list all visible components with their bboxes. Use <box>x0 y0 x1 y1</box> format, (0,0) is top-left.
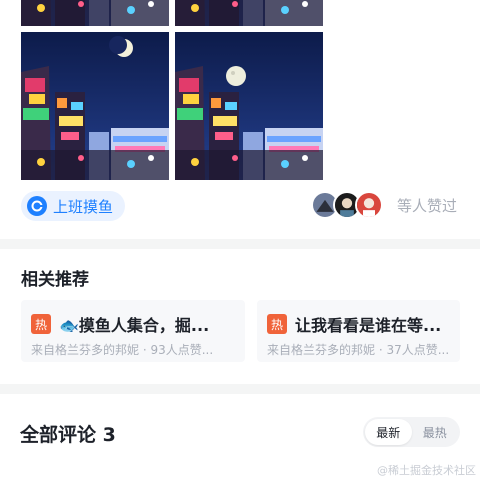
related-card[interactable]: 热 让我看看是谁在等... 来自格兰芬多的邦妮 · 37人点赞... <box>257 300 460 362</box>
topic-icon <box>27 196 47 216</box>
related-card-meta: 来自格兰芬多的邦妮 · 93人点赞... <box>31 343 214 357</box>
related-card-meta: 来自格兰芬多的邦妮 · 37人点赞... <box>267 343 450 357</box>
post-image-crescent-moon[interactable] <box>21 32 169 180</box>
topic-tag[interactable]: 上班摸鱼 <box>21 191 126 221</box>
post-image-full-moon[interactable] <box>175 32 323 180</box>
hot-badge: 热 <box>31 314 51 334</box>
comments-title: 全部评论 3 <box>20 424 116 446</box>
section-divider <box>0 384 480 394</box>
liker-avatars[interactable] <box>311 191 387 219</box>
hot-badge: 热 <box>267 314 287 334</box>
sort-newest-button[interactable]: 最新 <box>365 419 412 445</box>
comment-sort-toggle: 最新 最热 <box>363 417 460 447</box>
related-card-title: 🐟摸鱼人集合，掘... <box>59 316 210 335</box>
related-card[interactable]: 热 🐟摸鱼人集合，掘... 来自格兰芬多的邦妮 · 93人点赞... <box>21 300 245 362</box>
sort-hottest-button[interactable]: 最热 <box>412 419 459 445</box>
post-image-2[interactable] <box>175 0 323 26</box>
likes-text: 等人赞过 <box>397 197 458 215</box>
watermark: @稀土掘金技术社区 <box>377 464 476 477</box>
topic-label: 上班摸鱼 <box>53 197 114 216</box>
avatar[interactable] <box>355 191 383 219</box>
related-card-title: 让我看看是谁在等... <box>295 316 442 335</box>
related-section-title: 相关推荐 <box>21 270 89 290</box>
post-image-1[interactable] <box>21 0 169 26</box>
section-divider <box>0 239 480 249</box>
